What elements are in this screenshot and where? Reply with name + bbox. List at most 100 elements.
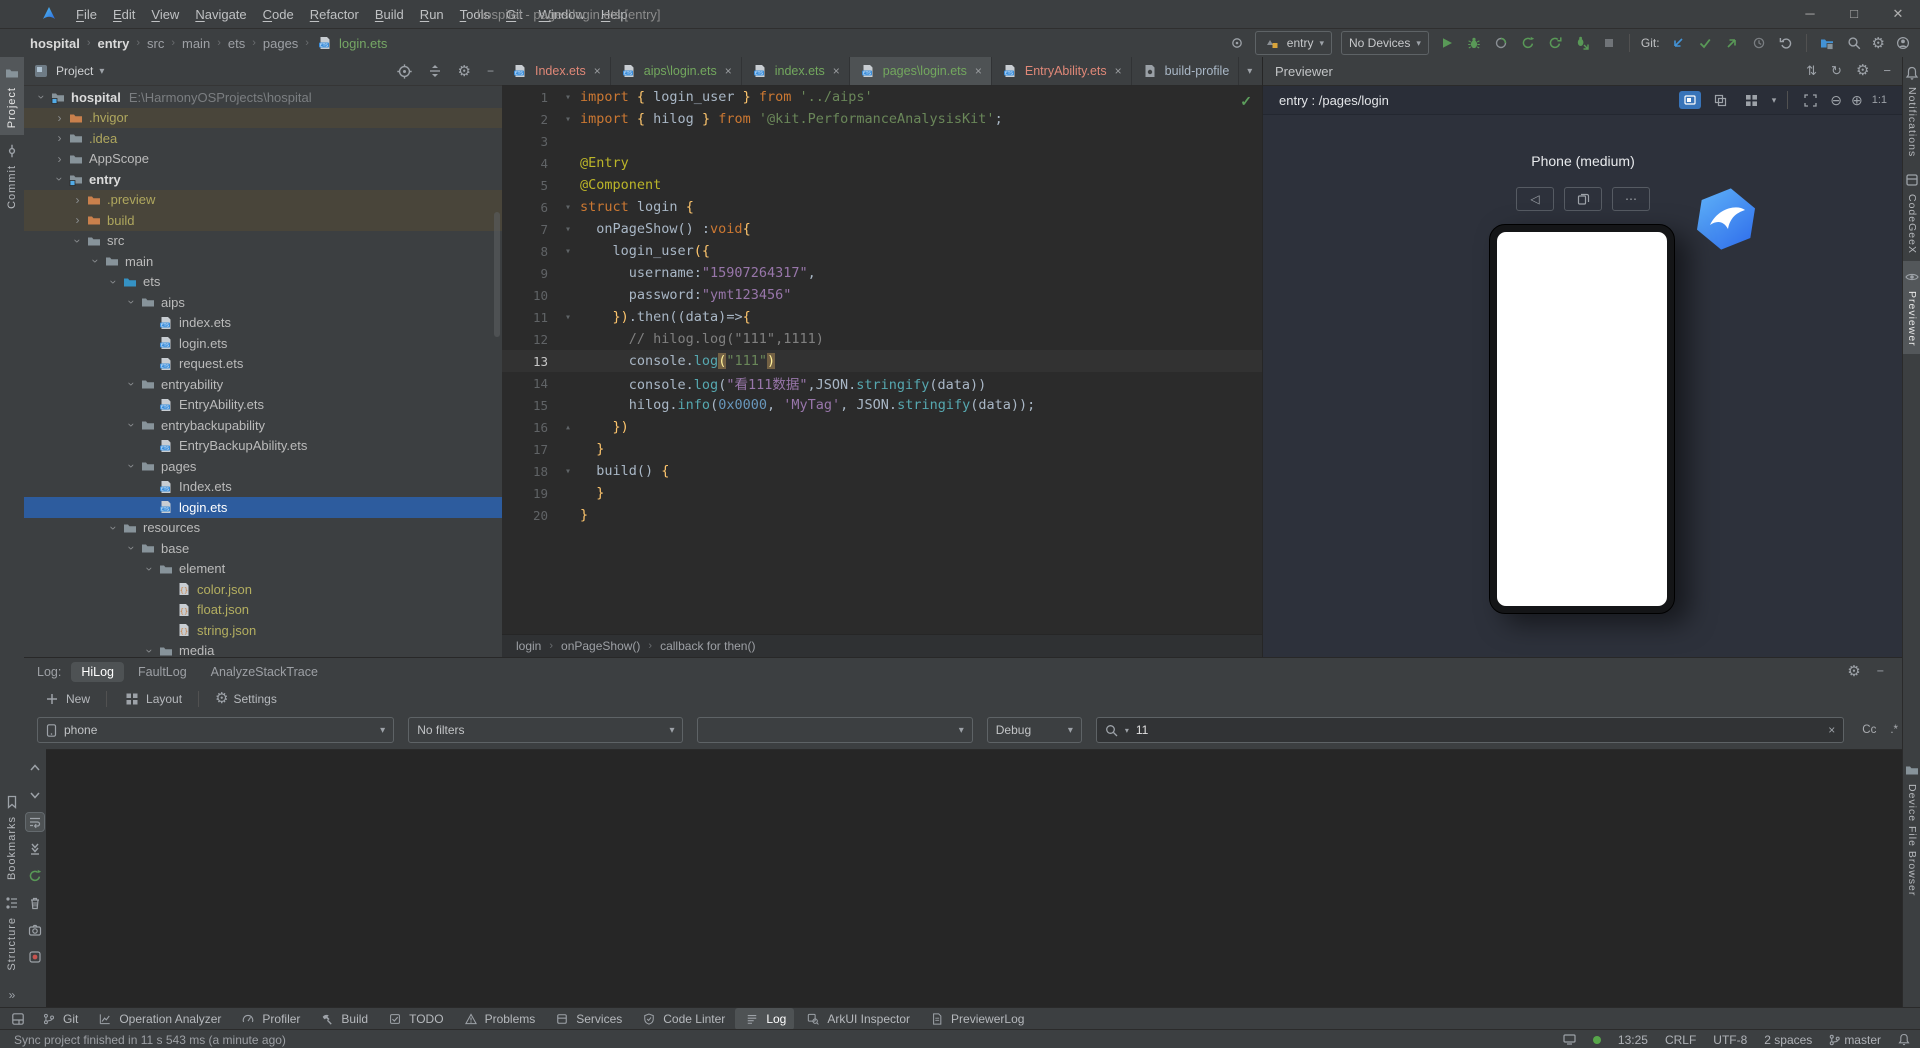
close-tab-icon[interactable]: × bbox=[594, 64, 601, 78]
code-line-11[interactable]: 11 ▾ }).then((data)=>{ bbox=[502, 306, 1262, 328]
run-config-select[interactable]: entry ▾ bbox=[1254, 31, 1332, 55]
attach-debugger-button[interactable] bbox=[1573, 34, 1591, 52]
collapse-arrow-icon[interactable]: › bbox=[71, 233, 85, 248]
open-project-button[interactable] bbox=[1818, 34, 1836, 52]
tree-item-ets[interactable]: › ets bbox=[24, 272, 502, 293]
breadcrumb-ets[interactable]: ets bbox=[228, 36, 245, 51]
stripe-item-commit[interactable]: Commit bbox=[0, 135, 24, 216]
multi-window-icon[interactable] bbox=[1564, 187, 1602, 211]
breadcrumb-hospital[interactable]: hospital bbox=[30, 36, 80, 51]
collapse-arrow-icon[interactable]: › bbox=[125, 541, 139, 556]
git-update-button[interactable] bbox=[1669, 34, 1687, 52]
collapse-all-icon[interactable] bbox=[428, 64, 442, 78]
toolwindow-build[interactable]: Build bbox=[310, 1008, 376, 1030]
toolwindow-todo[interactable]: TODO bbox=[378, 1008, 451, 1030]
toolwindow-log[interactable]: Log bbox=[735, 1008, 795, 1030]
stripe-item-project[interactable]: Project bbox=[0, 57, 24, 136]
code-line-3[interactable]: 3 bbox=[502, 130, 1262, 152]
log-level-select[interactable]: Debug ▾ bbox=[986, 717, 1082, 743]
menu-build[interactable]: Build bbox=[367, 7, 412, 22]
stripe-item-previewer[interactable]: Previewer bbox=[1903, 261, 1920, 354]
tree-item-index-ets[interactable]: ETS index.ets bbox=[24, 313, 502, 334]
locate-file-icon[interactable] bbox=[396, 63, 412, 79]
grid-view-icon[interactable] bbox=[1741, 91, 1763, 109]
tool-window-switcher-icon[interactable] bbox=[6, 1013, 30, 1025]
project-scrollbar[interactable] bbox=[494, 212, 500, 337]
menu-run[interactable]: Run bbox=[412, 7, 452, 22]
search-option-match-case[interactable]: Cc bbox=[1858, 722, 1880, 738]
tree-item-base[interactable]: › base bbox=[24, 538, 502, 559]
code-line-19[interactable]: 19 } bbox=[502, 482, 1262, 504]
collapse-arrow-icon[interactable]: › bbox=[125, 377, 139, 392]
search-history-chevron-icon[interactable]: ▾ bbox=[1125, 726, 1129, 735]
menu-view[interactable]: View bbox=[143, 7, 187, 22]
code-line-5[interactable]: 5 @Component bbox=[502, 174, 1262, 196]
fold-marker-icon[interactable]: ▾ bbox=[556, 92, 580, 103]
hot-reload-button[interactable] bbox=[1519, 34, 1537, 52]
close-tab-icon[interactable]: × bbox=[1115, 64, 1122, 78]
run-coverage-button[interactable] bbox=[1492, 34, 1510, 52]
stripe-item-device-file-browser[interactable]: Device File Browser bbox=[1903, 754, 1920, 903]
toolwindow-git[interactable]: Git bbox=[32, 1008, 86, 1030]
tree-item-media[interactable]: › media bbox=[24, 641, 502, 657]
git-commit-button[interactable] bbox=[1696, 34, 1714, 52]
tree-item-AppScope[interactable]: › AppScope bbox=[24, 149, 502, 170]
toolwindow-services[interactable]: Services bbox=[545, 1008, 630, 1030]
soft-wrap-icon[interactable] bbox=[25, 812, 45, 832]
code-line-4[interactable]: 4 @Entry bbox=[502, 152, 1262, 174]
code-line-9[interactable]: 9 username:"15907264317", bbox=[502, 262, 1262, 284]
editor-tab-build-profile[interactable]: build-profile bbox=[1132, 57, 1240, 85]
code-line-16[interactable]: 16 ▴ }) bbox=[502, 416, 1262, 438]
clear-search-icon[interactable]: × bbox=[1828, 723, 1835, 737]
tree-item-float-json[interactable]: {} float.json bbox=[24, 600, 502, 621]
tree-item-build[interactable]: › build bbox=[24, 210, 502, 231]
rotate-device-icon[interactable]: ◁ bbox=[1516, 187, 1554, 211]
stripe-item-notifications[interactable]: Notifications bbox=[1903, 57, 1920, 164]
menu-refactor[interactable]: Refactor bbox=[302, 7, 367, 22]
menu-edit[interactable]: Edit bbox=[105, 7, 143, 22]
tree-item-entrybackupability[interactable]: › entrybackupability bbox=[24, 415, 502, 436]
account-button[interactable] bbox=[1894, 34, 1912, 52]
code-line-6[interactable]: 6 ▾ struct login { bbox=[502, 196, 1262, 218]
view-mode-chevron-icon[interactable]: ▾ bbox=[1772, 95, 1777, 106]
code-editor[interactable]: 1 ▾ import { login_user } from '../aips' 2 ▾… bbox=[502, 86, 1262, 634]
editor-tab-EntryAbility-ets[interactable]: ETS EntryAbility.ets × bbox=[992, 57, 1132, 85]
git-push-button[interactable] bbox=[1723, 34, 1741, 52]
editor-breadcrumb-0[interactable]: login bbox=[516, 639, 541, 653]
scroll-down-icon[interactable] bbox=[26, 786, 44, 804]
fit-to-frame-icon[interactable] bbox=[1799, 91, 1821, 109]
menu-navigate[interactable]: Navigate bbox=[187, 7, 254, 22]
log-filter-select[interactable]: No filters ▾ bbox=[408, 717, 684, 743]
expand-arrow-icon[interactable]: › bbox=[52, 152, 67, 166]
tree-item-login-ets[interactable]: ETS login.ets bbox=[24, 333, 502, 354]
collapse-arrow-icon[interactable]: › bbox=[125, 295, 139, 310]
custom-filter-select[interactable]: ▾ bbox=[697, 717, 973, 743]
collapse-arrow-icon[interactable]: › bbox=[89, 254, 103, 269]
git-branch-widget[interactable]: master bbox=[1829, 1033, 1881, 1047]
tree-item--preview[interactable]: › .preview bbox=[24, 189, 502, 210]
fold-marker-icon[interactable]: ▾ bbox=[556, 312, 580, 323]
log-output-area[interactable] bbox=[46, 749, 1902, 1008]
fold-marker-icon[interactable]: ▴ bbox=[556, 422, 580, 433]
zoom-in-icon[interactable]: ⊕ bbox=[1851, 92, 1863, 109]
stripe-item-structure[interactable]: Structure bbox=[0, 887, 24, 978]
code-line-20[interactable]: 20} bbox=[502, 504, 1262, 526]
toolwindow-previewerlog[interactable]: PreviewerLog bbox=[920, 1008, 1032, 1030]
fold-marker-icon[interactable]: ▾ bbox=[556, 114, 580, 125]
indent-indicator[interactable]: 2 spaces bbox=[1764, 1033, 1812, 1047]
previewer-header[interactable]: Previewer ⇅ ↻ ⚙ − bbox=[1263, 57, 1903, 86]
breadcrumb-main[interactable]: main bbox=[182, 36, 210, 51]
more-tabs-chevron-icon[interactable]: ▾ bbox=[1247, 66, 1252, 77]
project-panel-header[interactable]: Project ▾ ⚙ − bbox=[24, 57, 502, 86]
code-line-10[interactable]: 10 password:"ymt123456" bbox=[502, 284, 1262, 306]
code-line-18[interactable]: 18 ▾ build() { bbox=[502, 460, 1262, 482]
run-button[interactable] bbox=[1438, 34, 1456, 52]
tree-item-pages[interactable]: › pages bbox=[24, 456, 502, 477]
stop-button[interactable] bbox=[1600, 34, 1618, 52]
toolwindow-problems[interactable]: Problems bbox=[454, 1008, 544, 1030]
search-option-regex[interactable]: .* bbox=[1886, 722, 1902, 738]
stripe-item-bookmarks[interactable]: Bookmarks bbox=[0, 786, 24, 887]
inspect-layers-icon[interactable] bbox=[1710, 91, 1732, 109]
collapse-arrow-icon[interactable]: › bbox=[35, 90, 49, 105]
previewer-hide-icon[interactable]: − bbox=[1883, 63, 1891, 79]
